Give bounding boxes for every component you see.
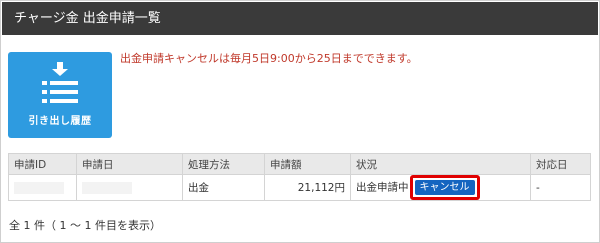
status-text: 出金申請中 — [356, 181, 409, 194]
column-header-date: 申請日 — [76, 153, 183, 175]
response-date-cell: - — [530, 174, 591, 201]
column-header-response-date: 対応日 — [530, 153, 591, 175]
list-download-icon — [40, 62, 80, 110]
result-count: 全 1 件（ 1 ～ 1 件目を表示） — [9, 219, 161, 232]
cancel-notice: 出金申請キャンセルは毎月5日9:00から25日までできます。 — [120, 52, 418, 65]
column-header-amount: 申請額 — [264, 153, 351, 175]
withdrawal-history-label: 引き出し履歴 — [28, 116, 92, 127]
cancel-highlight: キャンセル — [409, 175, 480, 200]
requests-table: 申請ID 申請日 処理方法 申請額 状況 対応日 出金 21,112円 出金申請… — [8, 153, 591, 201]
cancel-button[interactable]: キャンセル — [414, 180, 475, 195]
table-row: 出金 21,112円 出金申請中 キャンセル - — [8, 174, 591, 201]
table-header-row: 申請ID 申請日 処理方法 申請額 状況 対応日 — [8, 153, 591, 175]
amount-cell: 21,112円 — [264, 174, 351, 201]
request-id-cell — [8, 174, 77, 201]
withdrawal-history-button[interactable]: 引き出し履歴 — [8, 52, 112, 138]
request-date-cell — [76, 174, 183, 201]
column-header-status: 状況 — [350, 153, 531, 175]
status-cell: 出金申請中 キャンセル — [350, 174, 531, 201]
masked-value — [82, 181, 132, 194]
column-header-id: 申請ID — [8, 153, 77, 175]
page-title: チャージ金 出金申請一覧 — [2, 2, 598, 35]
column-header-method: 処理方法 — [182, 153, 265, 175]
method-cell: 出金 — [182, 174, 265, 201]
masked-value — [14, 181, 64, 194]
